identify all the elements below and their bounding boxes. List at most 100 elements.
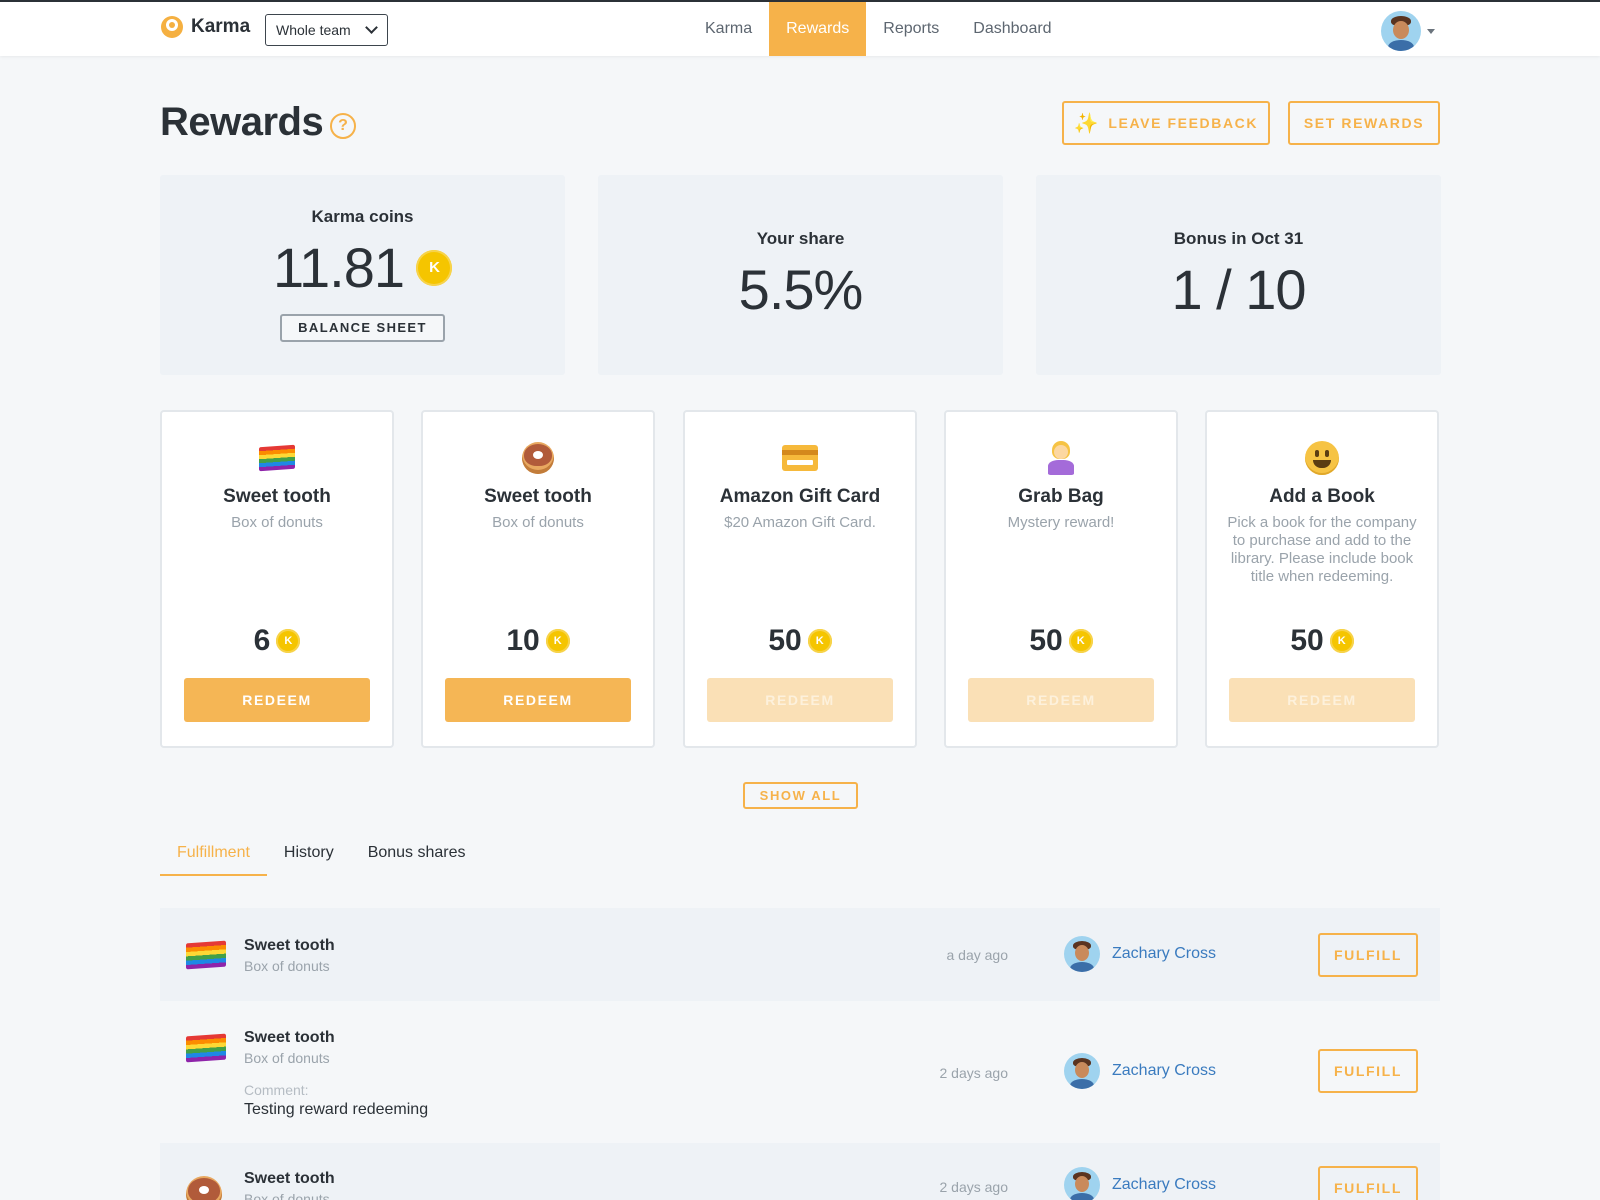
fulfill-button[interactable]: FULFILL: [1318, 1049, 1418, 1093]
karma-coin-icon: K: [807, 629, 832, 653]
list-item: Sweet tooth Box of donuts Comment: Testi…: [160, 1001, 1440, 1143]
reward-price-value: 50: [1290, 624, 1324, 657]
item-user[interactable]: Zachary Cross: [1064, 1167, 1216, 1200]
reward-card: Sweet tooth Box of donuts 10 K REDEEM: [421, 410, 655, 748]
fulfill-button[interactable]: FULFILL: [1318, 1166, 1418, 1200]
person-shrugging-icon: [1045, 441, 1077, 475]
redeem-button[interactable]: REDEEM: [1229, 678, 1415, 722]
avatar: [1381, 11, 1421, 51]
donut-icon: [186, 1176, 222, 1200]
top-navigation-bar: Karma Whole team Karma Rewards Reports D…: [0, 0, 1600, 56]
reward-price-value: 6: [253, 624, 271, 657]
reward-price-value: 50: [768, 624, 802, 657]
item-user[interactable]: Zachary Cross: [1064, 936, 1216, 972]
reward-description: Pick a book for the company to purchase …: [1227, 514, 1417, 585]
bonus-label: Bonus in Oct 31: [1173, 229, 1304, 248]
item-user[interactable]: Zachary Cross: [1064, 1053, 1216, 1089]
rainbow-flag-icon: [186, 940, 226, 970]
reward-title: Amazon Gift Card: [719, 486, 881, 507]
balance-sheet-button[interactable]: BALANCE SHEET: [280, 314, 445, 342]
item-timestamp: 2 days ago: [939, 1065, 1009, 1081]
set-rewards-button[interactable]: SET REWARDS: [1288, 101, 1440, 145]
avatar: [1064, 936, 1100, 972]
karma-coin-icon: K: [415, 249, 452, 286]
bonus-value: 1 / 10: [1171, 258, 1306, 321]
reward-price: 50 K: [1207, 624, 1437, 658]
item-title: Sweet tooth: [244, 937, 335, 954]
reward-card: Amazon Gift Card $20 Amazon Gift Card. 5…: [683, 410, 917, 748]
reward-price: 6 K: [162, 624, 392, 658]
rainbow-flag-icon: [259, 444, 295, 472]
avatar: [1064, 1053, 1100, 1089]
karma-coins-card: Karma coins 11.81 K BALANCE SHEET: [160, 175, 565, 375]
fulfill-button[interactable]: FULFILL: [1318, 933, 1418, 977]
redeem-button[interactable]: REDEEM: [968, 678, 1154, 722]
item-timestamp: 2 days ago: [939, 1179, 1009, 1195]
reward-title: Sweet tooth: [484, 486, 592, 507]
brand[interactable]: Karma: [161, 16, 250, 38]
page-title: Rewards: [160, 100, 324, 144]
user-name-link[interactable]: Zachary Cross: [1112, 1176, 1216, 1194]
reward-title: Add a Book: [1269, 486, 1375, 507]
item-title: Sweet tooth: [244, 1029, 335, 1046]
item-timestamp: a day ago: [946, 947, 1009, 963]
karma-coin-icon: K: [1068, 629, 1093, 653]
redeem-button[interactable]: REDEEM: [707, 678, 893, 722]
item-title: Sweet tooth: [244, 1170, 335, 1187]
avatar: [1064, 1167, 1100, 1200]
karma-coin-icon: K: [1329, 629, 1354, 653]
comment-label: Comment:: [244, 1082, 309, 1098]
tab-fulfillment[interactable]: Fulfillment: [160, 838, 267, 876]
main-nav: Karma Rewards Reports Dashboard: [688, 2, 1069, 56]
chevron-down-icon: [365, 21, 378, 34]
list-item: Sweet tooth Box of donuts 2 days ago Zac…: [160, 1143, 1440, 1200]
your-share-label: Your share: [756, 229, 845, 248]
show-all-button[interactable]: SHOW ALL: [743, 782, 858, 809]
item-subtitle: Box of donuts: [244, 958, 330, 974]
your-share-value: 5.5%: [738, 258, 864, 321]
user-menu[interactable]: [1381, 11, 1435, 51]
karma-coins-value-wrap: 11.81 K: [160, 235, 565, 300]
karma-coins-label: Karma coins: [311, 207, 414, 226]
reward-price: 50 K: [685, 624, 915, 658]
bonus-card: Bonus in Oct 31 1 / 10: [1036, 175, 1441, 375]
reward-description: Mystery reward!: [1007, 514, 1115, 531]
user-name-link[interactable]: Zachary Cross: [1112, 945, 1216, 963]
nav-item-dashboard[interactable]: Dashboard: [956, 2, 1068, 56]
reward-card: Grab Bag Mystery reward! 50 K REDEEM: [944, 410, 1178, 748]
reward-description: Box of donuts: [231, 514, 323, 531]
reward-description: $20 Amazon Gift Card.: [724, 514, 876, 531]
leave-feedback-label: LEAVE FEEDBACK: [1108, 115, 1259, 131]
reward-price-value: 50: [1029, 624, 1063, 657]
caret-down-icon: [1427, 28, 1435, 34]
item-subtitle: Box of donuts: [244, 1191, 330, 1200]
redeem-button[interactable]: REDEEM: [445, 678, 631, 722]
tab-bar: Fulfillment History Bonus shares: [160, 838, 1440, 876]
brand-name: Karma: [191, 16, 251, 37]
nav-item-rewards[interactable]: Rewards: [769, 2, 867, 56]
reward-price-value: 10: [506, 624, 540, 657]
reward-card: Sweet tooth Box of donuts 6 K REDEEM: [160, 410, 394, 748]
team-selector[interactable]: Whole team: [265, 14, 388, 46]
leave-feedback-button[interactable]: ✨ LEAVE FEEDBACK: [1062, 101, 1270, 145]
nav-item-karma[interactable]: Karma: [688, 2, 769, 56]
reward-card: Add a Book Pick a book for the company t…: [1205, 410, 1439, 748]
user-name-link[interactable]: Zachary Cross: [1112, 1062, 1216, 1080]
reward-title: Grab Bag: [1018, 486, 1104, 507]
help-icon[interactable]: ?: [330, 113, 356, 139]
smiley-icon: [1305, 441, 1339, 475]
karma-logo-icon: [161, 16, 183, 38]
reward-description: Box of donuts: [492, 514, 584, 531]
sparkles-icon: ✨: [1073, 112, 1101, 135]
nav-item-reports[interactable]: Reports: [866, 2, 956, 56]
item-subtitle: Box of donuts: [244, 1050, 330, 1066]
credit-card-icon: [782, 445, 818, 471]
redeem-button[interactable]: REDEEM: [184, 678, 370, 722]
tab-bonus-shares[interactable]: Bonus shares: [351, 838, 483, 876]
reward-price: 50 K: [946, 624, 1176, 658]
karma-coins-value: 11.81: [273, 236, 405, 299]
rainbow-flag-icon: [186, 1033, 226, 1063]
list-item: Sweet tooth Box of donuts a day ago Zach…: [160, 908, 1440, 1001]
tab-history[interactable]: History: [267, 838, 351, 876]
donut-icon: [522, 442, 554, 474]
